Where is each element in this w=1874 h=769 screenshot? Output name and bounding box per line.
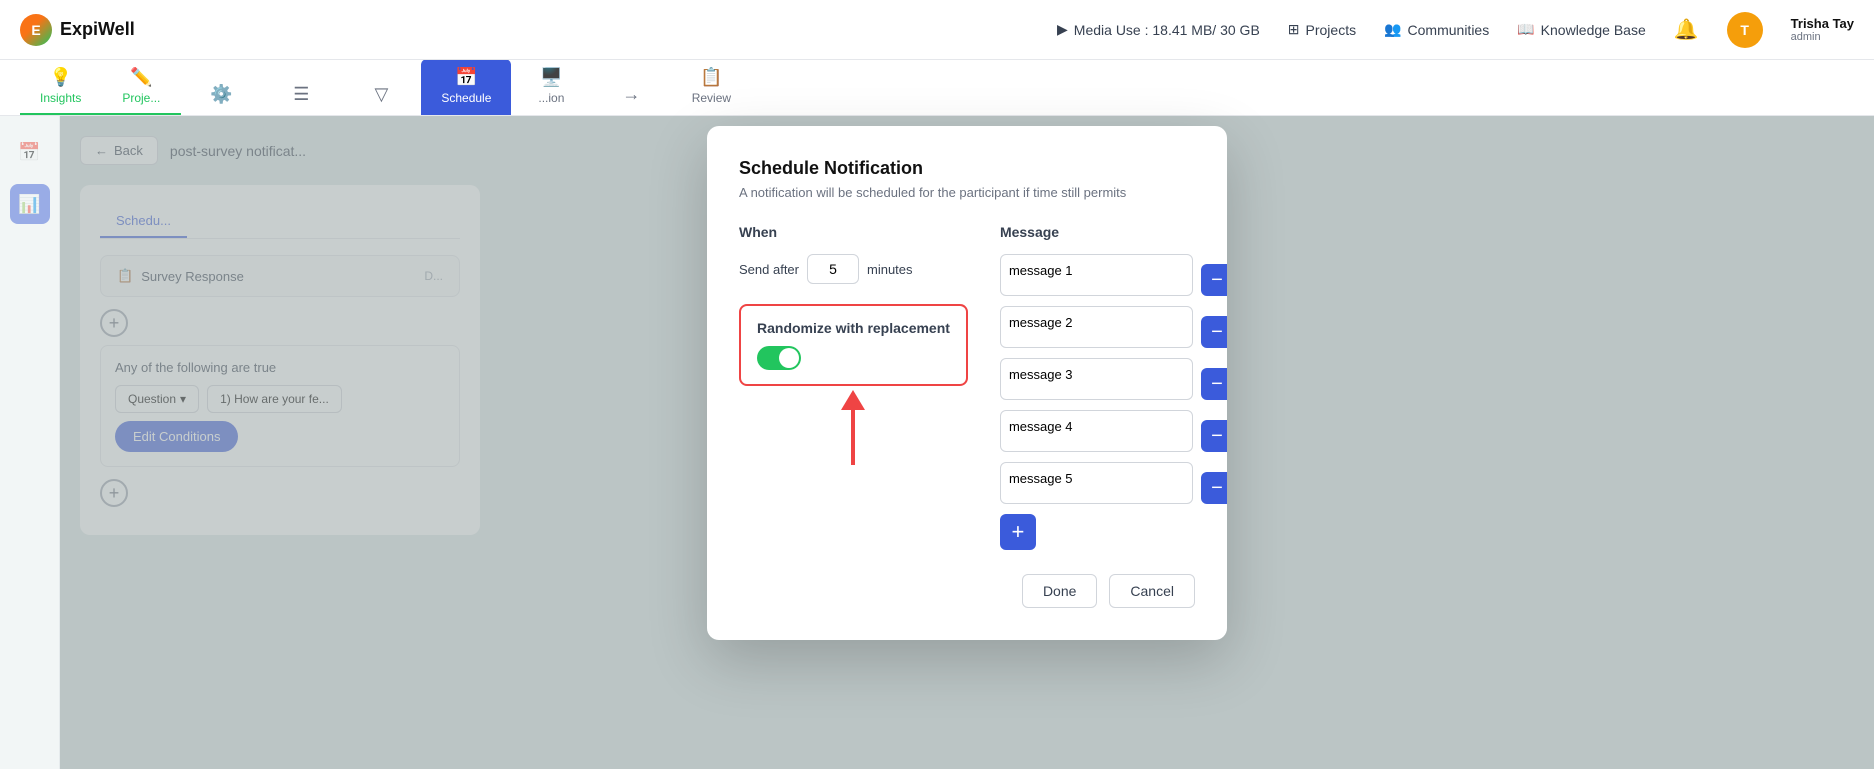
book-icon: 📖 — [1517, 21, 1534, 38]
grid-icon: ⊞ — [1288, 21, 1300, 38]
tab-schedule[interactable]: 📅 Schedule — [421, 59, 511, 115]
projects-nav[interactable]: ⊞ Projects — [1288, 21, 1356, 38]
calendar-icon: 📅 — [18, 142, 40, 163]
notification-bell-icon[interactable]: 🔔 — [1674, 17, 1699, 42]
modal-title: Schedule Notification — [739, 158, 1195, 179]
knowledge-base-nav[interactable]: 📖 Knowledge Base — [1517, 21, 1646, 38]
main-content: 📅 📊 ← Back post-survey notificat... Sche… — [0, 116, 1874, 769]
projects-tab-icon: ✏️ — [130, 67, 152, 88]
avatar[interactable]: T — [1727, 12, 1763, 48]
toggle-knob — [779, 348, 799, 368]
arrow-annotation — [739, 390, 968, 465]
projects-label: Projects — [1306, 22, 1357, 38]
tab-insights[interactable]: 💡 Insights — [20, 59, 101, 115]
modal-left-col: When Send after minutes Randomize with r… — [739, 224, 968, 550]
send-after-row: Send after minutes — [739, 254, 968, 284]
message-row-4: message 4 − — [1000, 410, 1227, 452]
tab-schedule-label: Schedule — [441, 91, 491, 105]
tab-projects[interactable]: ✏️ Proje... — [101, 59, 181, 115]
tab-review[interactable]: 📋 Review — [671, 59, 751, 115]
remove-message-4-button[interactable]: − — [1201, 420, 1227, 452]
media-use: ▶ Media Use : 18.41 MB/ 30 GB — [1057, 21, 1260, 38]
knowledge-base-label: Knowledge Base — [1541, 22, 1646, 38]
filter-icon: ▽ — [374, 84, 388, 105]
schedule-notification-modal: Schedule Notification A notification wil… — [707, 126, 1227, 640]
message-input-2[interactable]: message 2 — [1000, 306, 1193, 348]
user-name: Trisha Tay — [1791, 16, 1854, 31]
message-row-1: message 1 − — [1000, 254, 1227, 296]
settings-icon: ⚙️ — [210, 84, 232, 105]
remove-message-2-button[interactable]: − — [1201, 316, 1227, 348]
communities-nav[interactable]: 👥 Communities — [1384, 21, 1489, 38]
message-input-5[interactable]: message 5 — [1000, 462, 1193, 504]
tab-projects-label: Proje... — [122, 91, 160, 105]
tab-publication-label: ...ion — [538, 91, 564, 105]
review-icon: 📋 — [700, 67, 722, 88]
message-input-3[interactable]: message 3 — [1000, 358, 1193, 400]
randomize-toggle[interactable] — [757, 346, 801, 370]
message-row-3: message 3 − — [1000, 358, 1227, 400]
message-row-2: message 2 − — [1000, 306, 1227, 348]
minutes-input[interactable] — [807, 254, 859, 284]
arrow-icon: → — [622, 84, 640, 105]
modal-subtitle: A notification will be scheduled for the… — [739, 185, 1195, 200]
modal-right-col: Message message 1 − message 2 − — [1000, 224, 1227, 550]
randomize-label: Randomize with replacement — [757, 320, 950, 336]
modal-overlay: Schedule Notification A notification wil… — [60, 116, 1874, 769]
people-icon: 👥 — [1384, 21, 1401, 38]
cancel-button[interactable]: Cancel — [1109, 574, 1195, 608]
arrow-head-icon — [841, 390, 865, 410]
message-section-label: Message — [1000, 224, 1227, 240]
minutes-label: minutes — [867, 262, 913, 277]
tab-insights-label: Insights — [40, 91, 81, 105]
tab-filter[interactable]: ▽ — [341, 76, 421, 115]
modal-footer: Done Cancel — [739, 574, 1195, 608]
avatar-initials: T — [1740, 22, 1749, 38]
page-area: ← Back post-survey notificat... Schedu..… — [60, 116, 1874, 769]
toggle-container — [757, 346, 950, 370]
tab-navigation: 💡 Insights ✏️ Proje... ⚙️ ☰ ▽ 📅 Schedule… — [0, 60, 1874, 116]
media-use-label: Media Use : 18.41 MB/ 30 GB — [1074, 22, 1260, 38]
tab-review-label: Review — [692, 91, 731, 105]
publication-icon: 🖥️ — [540, 67, 562, 88]
tab-list[interactable]: ☰ — [261, 76, 341, 115]
message-input-4[interactable]: message 4 — [1000, 410, 1193, 452]
add-message-button[interactable]: + — [1000, 514, 1036, 550]
communities-label: Communities — [1408, 22, 1490, 38]
modal-columns: When Send after minutes Randomize with r… — [739, 224, 1195, 550]
chart-icon: 📊 — [18, 194, 40, 215]
tab-publication[interactable]: 🖥️ ...ion — [511, 59, 591, 115]
user-info: Trisha Tay admin — [1791, 16, 1854, 43]
list-icon: ☰ — [293, 84, 309, 105]
tab-arrow[interactable]: → — [591, 76, 671, 115]
send-after-label: Send after — [739, 262, 799, 277]
tab-settings[interactable]: ⚙️ — [181, 76, 261, 115]
insights-icon: 💡 — [49, 67, 71, 88]
schedule-icon: 📅 — [455, 67, 477, 88]
top-navigation: E ExpiWell ▶ Media Use : 18.41 MB/ 30 GB… — [0, 0, 1874, 60]
arrow-line — [851, 410, 855, 465]
user-role: admin — [1791, 31, 1854, 43]
sidebar-item-calendar[interactable]: 📅 — [10, 132, 50, 172]
sidebar: 📅 📊 — [0, 116, 60, 769]
logo-icon: E — [20, 14, 52, 46]
message-input-1[interactable]: message 1 — [1000, 254, 1193, 296]
randomize-with-replacement-box: Randomize with replacement — [739, 304, 968, 386]
done-button[interactable]: Done — [1022, 574, 1097, 608]
logo[interactable]: E ExpiWell — [20, 14, 135, 46]
app-name: ExpiWell — [60, 19, 135, 40]
message-row-5: message 5 − — [1000, 462, 1227, 504]
sidebar-item-chart[interactable]: 📊 — [10, 184, 50, 224]
when-section-label: When — [739, 224, 968, 240]
remove-message-5-button[interactable]: − — [1201, 472, 1227, 504]
play-icon: ▶ — [1057, 21, 1068, 38]
remove-message-1-button[interactable]: − — [1201, 264, 1227, 296]
remove-message-3-button[interactable]: − — [1201, 368, 1227, 400]
nav-right: ▶ Media Use : 18.41 MB/ 30 GB ⊞ Projects… — [1057, 12, 1854, 48]
